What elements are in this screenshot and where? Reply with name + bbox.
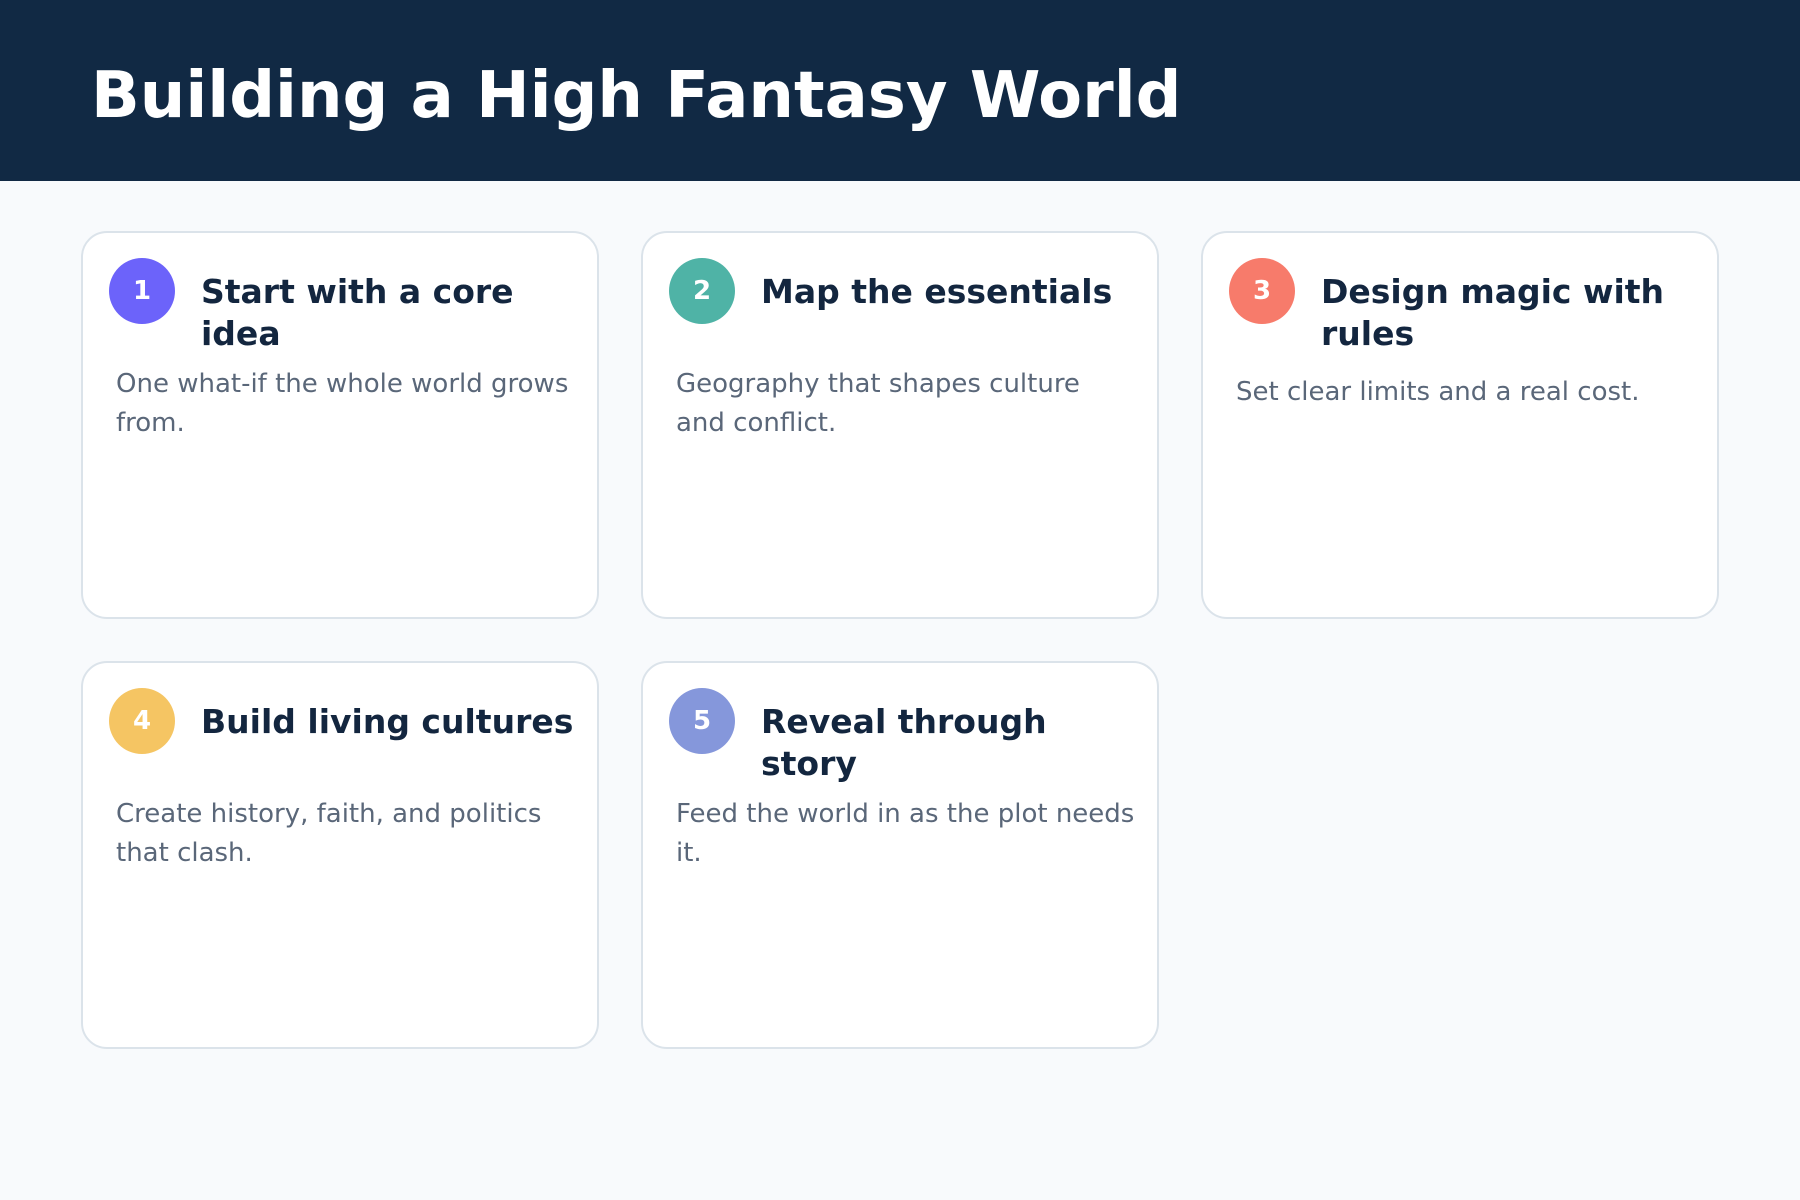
step-description: One what-if the whole world grows from. [116,369,569,438]
page-title: Building a High Fantasy World [91,59,1182,133]
step-title: Reveal through story [761,702,1047,783]
step-card-5: 5 Reveal through story Feed the world in… [641,661,1159,1049]
step-card-4: 4 Build living cultures Create history, … [81,661,599,1049]
step-card-2: 2 Map the essentials Geography that shap… [641,231,1159,619]
step-description: Feed the world in as the plot needs it. [676,799,1135,868]
step-description: Set clear limits and a real cost. [1236,377,1640,407]
step-description: Create history, faith, and politics that… [116,799,542,868]
step-card-3: 3 Design magic with rules Set clear limi… [1201,231,1719,619]
step-title: Start with a core idea [201,272,514,353]
step-number-badge: 2 [669,258,735,324]
step-title: Build living cultures [201,702,574,741]
step-title: Design magic with rules [1321,272,1665,353]
step-number-badge: 5 [669,688,735,754]
step-number-badge: 1 [109,258,175,324]
step-number-badge: 3 [1229,258,1295,324]
step-number-badge: 4 [109,688,175,754]
page-header: Building a High Fantasy World [0,0,1800,181]
step-card-1: 1 Start with a core idea One what-if the… [81,231,599,619]
step-description: Geography that shapes culture and confli… [676,369,1080,438]
step-title: Map the essentials [761,272,1113,311]
